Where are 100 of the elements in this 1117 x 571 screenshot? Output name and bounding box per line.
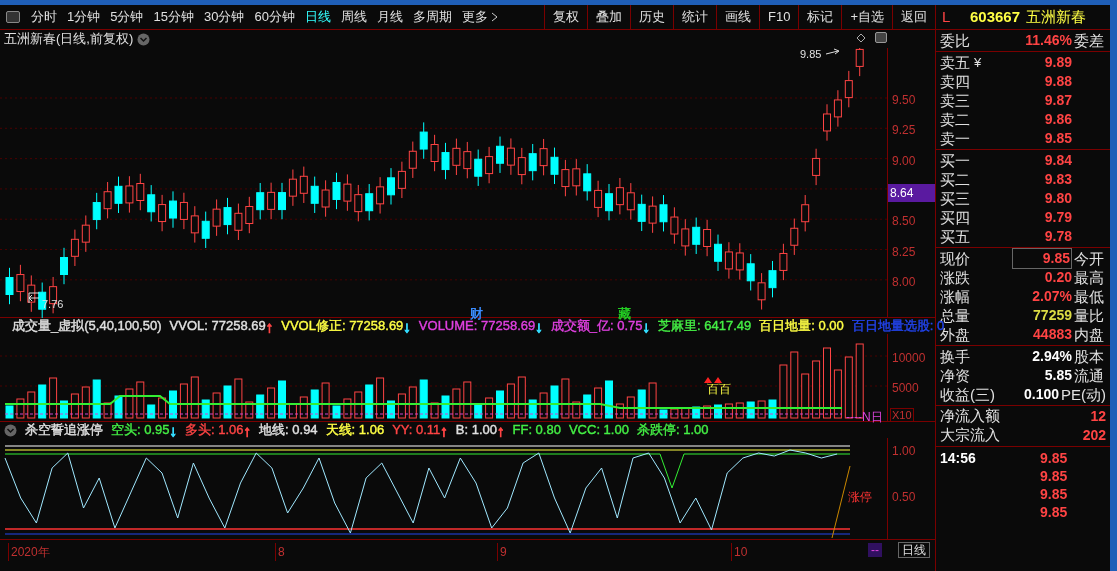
period-tab[interactable]: 分时	[26, 7, 62, 27]
quote-label: 买一	[940, 151, 970, 170]
volume-bar	[517, 376, 526, 419]
toolbar-button[interactable]: 标记	[798, 5, 842, 29]
volume-bar	[833, 369, 842, 419]
candle	[812, 148, 821, 186]
period-tab[interactable]: 日线	[898, 542, 930, 558]
trend-arrow: ↓	[403, 318, 411, 334]
panel-toggle-icon[interactable]	[875, 32, 887, 43]
period-tab[interactable]: 60分钟	[249, 7, 300, 27]
candle	[223, 197, 232, 235]
volume-bar	[583, 394, 592, 419]
period-tab[interactable]: 30分钟	[198, 7, 250, 27]
indicator-axis-label: 0.50	[892, 489, 916, 506]
tick-price: 9.85	[1040, 484, 1068, 504]
scale-label: X10	[890, 408, 914, 422]
volume-bar	[823, 347, 831, 419]
candle	[801, 194, 810, 232]
candle	[332, 172, 341, 210]
toolbar-button[interactable]: +自选	[841, 5, 892, 29]
chevron-icon	[4, 423, 17, 437]
toolbar-button[interactable]: 返回	[892, 5, 935, 29]
candle	[387, 167, 395, 205]
legend-value: VVOL修正: 77258.69	[281, 317, 404, 336]
candle	[70, 229, 79, 267]
candle	[692, 217, 701, 255]
collapse-button[interactable]: --	[868, 543, 882, 557]
volume-bar	[801, 373, 810, 419]
volume-bar	[201, 399, 210, 419]
candle	[757, 272, 766, 310]
period-tab[interactable]: 日线	[299, 7, 336, 27]
volume-bar	[60, 400, 68, 419]
quote-value: 11.46%	[1024, 31, 1072, 50]
toolbar-button[interactable]: 复权	[544, 5, 587, 29]
panel-toggle-icon[interactable]	[6, 11, 20, 23]
toolbar-button[interactable]: 叠加	[587, 5, 630, 29]
quote-label: 净流入额	[940, 407, 1000, 426]
candle	[539, 138, 548, 176]
quote-label: 委差	[1074, 31, 1104, 50]
more-button[interactable]: 更多	[456, 7, 503, 27]
candle	[201, 211, 210, 249]
stock-name: 五洲新春	[1026, 6, 1087, 27]
period-tab[interactable]: 周线	[335, 7, 372, 27]
candle	[823, 103, 831, 142]
period-tab[interactable]: 多周期	[407, 7, 457, 27]
quote-label: 换手	[940, 347, 970, 366]
volume-bar	[441, 395, 450, 419]
candle	[474, 149, 483, 187]
legend-value: 杀空誓追涨停	[25, 421, 103, 440]
quote-value: 9.79	[1043, 208, 1072, 227]
quote-label: 股本	[1074, 347, 1104, 366]
volume-bar	[714, 404, 722, 419]
candle	[768, 260, 777, 298]
candle	[648, 195, 657, 234]
candle	[299, 166, 308, 204]
candle	[310, 176, 319, 214]
volume-bar	[158, 397, 167, 419]
volume-bar	[626, 396, 635, 419]
toolbar-button[interactable]: 历史	[630, 5, 673, 29]
candle	[724, 241, 733, 280]
period-tab[interactable]: 1分钟	[62, 7, 106, 27]
volume-bar	[245, 401, 254, 419]
legend-value: VCC: 1.00	[568, 421, 629, 440]
quote-value: 9.80	[1043, 189, 1072, 208]
volume-bar	[190, 376, 199, 419]
candle	[441, 142, 450, 180]
legend-value: 成交量_虚拟(5,40,100,50)	[12, 317, 162, 336]
volume-bar	[419, 379, 428, 419]
volume-bar	[637, 389, 646, 419]
period-tab[interactable]: 5分钟	[105, 7, 149, 27]
volume-bar	[506, 383, 515, 419]
candle	[365, 183, 374, 221]
quote-label: 最高	[1074, 268, 1104, 287]
date-axis-label: 10	[731, 543, 748, 561]
volume-bar	[812, 360, 821, 419]
toolbar-button[interactable]: F10	[759, 5, 799, 29]
toolbar-button[interactable]: 画线	[716, 5, 759, 29]
candle	[27, 274, 36, 313]
toolbar-button[interactable]: 统计	[673, 5, 716, 29]
volume-bar	[267, 387, 276, 419]
candle	[714, 234, 722, 272]
candle	[605, 183, 613, 221]
candle	[103, 181, 112, 219]
volume-bar	[605, 380, 613, 419]
chart-title: 五洲新春(日线,前复权)	[4, 30, 134, 49]
candle	[496, 136, 504, 174]
volume-bar	[256, 394, 265, 419]
volume-bar	[288, 403, 297, 419]
period-tab[interactable]: 15分钟	[148, 7, 199, 27]
quote-label: 今开	[1074, 249, 1104, 268]
volume-bar	[212, 392, 221, 419]
high-price-marker: 9.85	[800, 47, 822, 62]
quote-value: 44883	[1032, 325, 1072, 344]
volume-bar	[278, 380, 286, 419]
volume-bar	[452, 388, 461, 419]
quote-label: 卖三	[940, 91, 970, 110]
quote-value: 9.88	[1043, 72, 1072, 91]
candle	[321, 179, 330, 218]
trend-arrow: ↓	[535, 318, 543, 334]
period-tab[interactable]: 月线	[371, 7, 408, 27]
